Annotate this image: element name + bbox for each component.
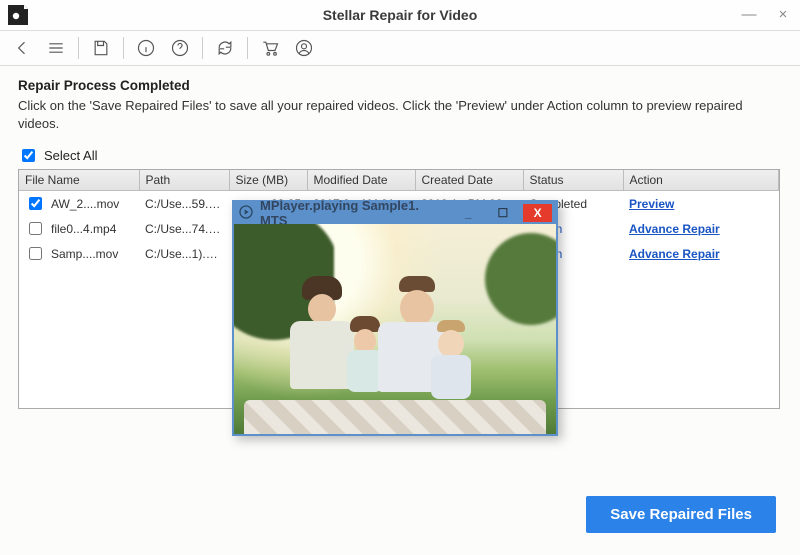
mplayer-minimize[interactable]: _ <box>454 204 483 222</box>
file-name: file0...4.mp4 <box>51 222 116 236</box>
mplayer-titlebar[interactable]: MPlayer.playing Sample1. MTS _ ☐ X <box>234 202 556 224</box>
save-repaired-button[interactable]: Save Repaired Files <box>586 496 776 533</box>
minimize-button[interactable]: — <box>732 0 766 28</box>
file-path: C:/Use...59.mov <box>139 191 229 217</box>
mplayer-video-area <box>234 224 556 434</box>
app-logo <box>4 2 32 28</box>
cart-icon[interactable] <box>258 36 282 60</box>
app-title: Stellar Repair for Video <box>323 7 478 23</box>
file-path: C:/Use...1).mov <box>139 241 229 266</box>
col-action[interactable]: Action <box>623 170 779 191</box>
help-icon[interactable] <box>168 36 192 60</box>
back-icon[interactable] <box>10 36 34 60</box>
select-all[interactable]: Select All <box>18 146 782 165</box>
action-link[interactable]: Advance Repair <box>629 247 720 261</box>
select-all-checkbox[interactable] <box>22 149 35 162</box>
col-status[interactable]: Status <box>523 170 623 191</box>
action-link[interactable]: Advance Repair <box>629 222 720 236</box>
col-created[interactable]: Created Date <box>415 170 523 191</box>
toolbar-divider <box>123 37 124 59</box>
mplayer-close[interactable]: X <box>523 204 552 222</box>
menu-icon[interactable] <box>44 36 68 60</box>
col-modified[interactable]: Modified Date <box>307 170 415 191</box>
col-filename[interactable]: File Name <box>19 170 139 191</box>
page-heading: Repair Process Completed <box>18 78 782 93</box>
col-path[interactable]: Path <box>139 170 229 191</box>
user-icon[interactable] <box>292 36 316 60</box>
action-link[interactable]: Preview <box>629 197 674 211</box>
title-bar: Stellar Repair for Video — × <box>0 0 800 30</box>
row-checkbox[interactable] <box>29 247 42 260</box>
toolbar-divider <box>202 37 203 59</box>
col-size[interactable]: Size (MB) <box>229 170 307 191</box>
mplayer-window[interactable]: MPlayer.playing Sample1. MTS _ ☐ X <box>232 200 558 436</box>
window-controls: — × <box>732 0 800 28</box>
select-all-label: Select All <box>44 148 97 163</box>
mplayer-maximize[interactable]: ☐ <box>489 204 518 222</box>
file-name: AW_2....mov <box>51 197 119 211</box>
info-icon[interactable] <box>134 36 158 60</box>
toolbar-divider <box>247 37 248 59</box>
page-subtext: Click on the 'Save Repaired Files' to sa… <box>18 97 782 132</box>
row-checkbox[interactable] <box>29 222 42 235</box>
toolbar <box>0 30 800 66</box>
save-icon[interactable] <box>89 36 113 60</box>
refresh-icon[interactable] <box>213 36 237 60</box>
toolbar-divider <box>78 37 79 59</box>
close-button[interactable]: × <box>766 0 800 28</box>
table-header-row: File Name Path Size (MB) Modified Date C… <box>19 170 779 191</box>
file-name: Samp....mov <box>51 247 118 261</box>
file-path: C:/Use...74.mov <box>139 216 229 241</box>
mplayer-icon <box>238 204 254 223</box>
row-checkbox[interactable] <box>29 197 42 210</box>
